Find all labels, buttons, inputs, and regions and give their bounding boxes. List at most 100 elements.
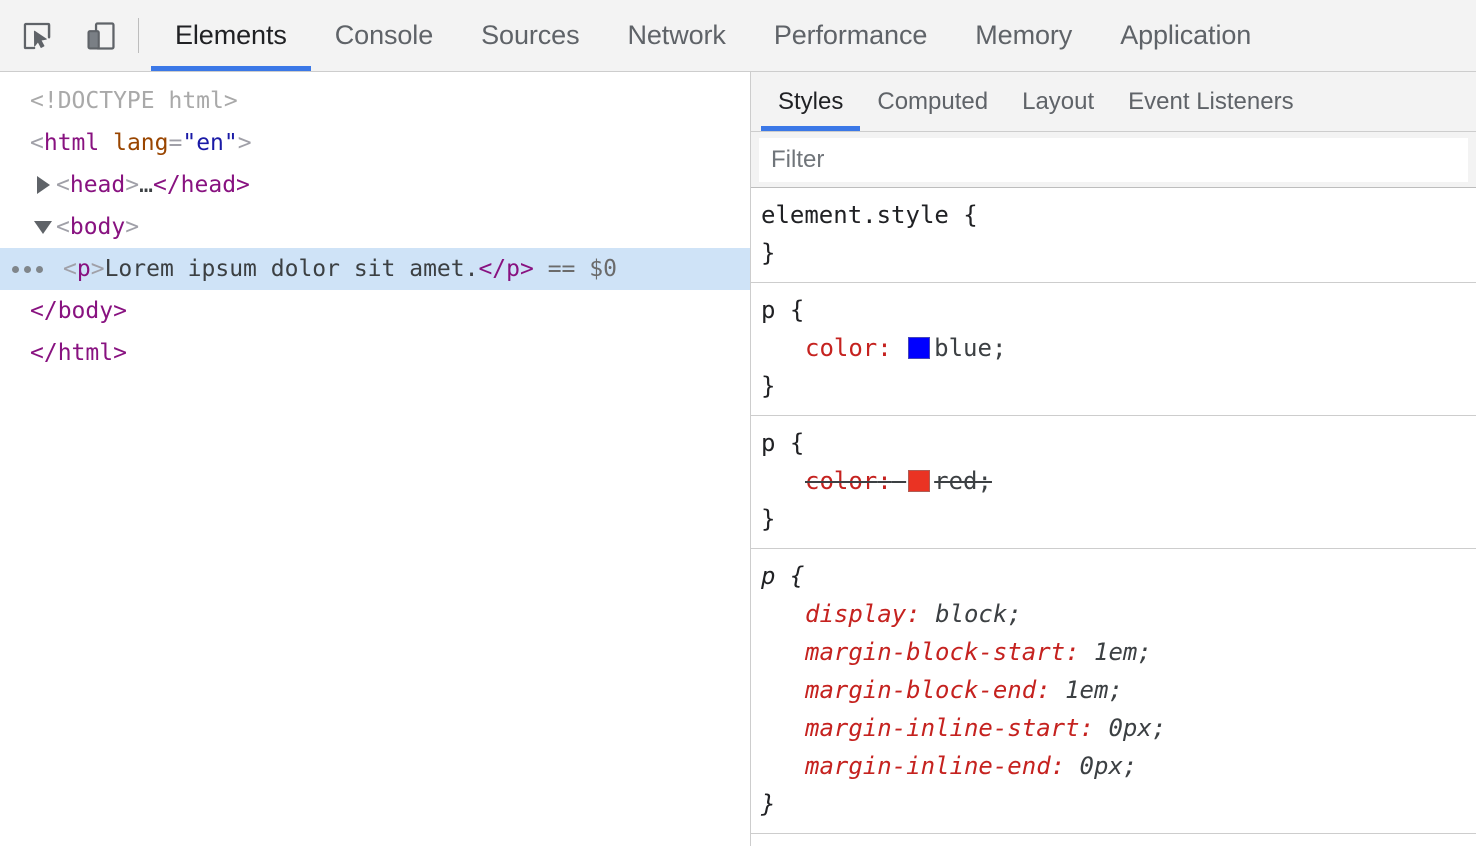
rule-open-brace: { xyxy=(789,562,805,590)
property-name[interactable]: margin-inline-start xyxy=(805,714,1080,742)
declaration-color-red-overridden[interactable]: color: red; xyxy=(761,462,1476,500)
color-swatch-red[interactable] xyxy=(908,470,931,492)
dom-row-body-close[interactable]: </body> xyxy=(0,290,750,332)
property-value[interactable]: 0px xyxy=(1108,714,1151,742)
html-attr-equals: = xyxy=(168,130,183,156)
css-rule-p-red[interactable]: p { color: red; } xyxy=(751,416,1476,549)
rule-close-line: } xyxy=(761,500,1476,538)
property-value[interactable]: 0px xyxy=(1080,752,1123,780)
styles-filter-bar xyxy=(751,132,1476,188)
html-close-tag: </html> xyxy=(30,340,127,366)
rule-selector-line: p { xyxy=(761,557,1476,595)
doctype-text: <!DOCTYPE html> xyxy=(30,88,238,114)
tab-performance[interactable]: Performance xyxy=(750,0,951,71)
tab-console-label: Console xyxy=(334,20,434,50)
declaration-margin-block-end[interactable]: margin-block-end: 1em; xyxy=(761,671,1476,709)
tab-elements[interactable]: Elements xyxy=(151,0,311,71)
rule-selector-line: element.style { xyxy=(761,196,1476,234)
head-tag-name: head xyxy=(69,172,126,198)
styles-filter-input[interactable] xyxy=(759,137,1468,182)
body-tag-name: body xyxy=(69,214,126,240)
property-colon: : xyxy=(1079,714,1094,742)
rule-close-brace: } xyxy=(761,372,776,400)
css-rule-p-user-agent[interactable]: p { display: block; margin-block-start: … xyxy=(751,549,1476,834)
dom-row-p-selected[interactable]: < p > Lorem ipsum dolor sit amet. </p> == $0 xyxy=(0,248,750,290)
body-close-tag: </body> xyxy=(30,298,127,324)
inspect-cursor-icon[interactable] xyxy=(14,13,60,59)
rule-open-brace: { xyxy=(963,201,978,229)
toolbar-divider xyxy=(138,18,139,53)
tab-application[interactable]: Application xyxy=(1096,0,1275,71)
tab-event-listeners[interactable]: Event Listeners xyxy=(1111,72,1310,131)
dom-row-doctype[interactable]: <!DOCTYPE html> xyxy=(0,80,750,122)
property-semicolon: ; xyxy=(1151,714,1167,742)
property-colon: : xyxy=(877,467,892,495)
property-semicolon: ; xyxy=(1122,752,1138,780)
tab-memory[interactable]: Memory xyxy=(951,0,1096,71)
tab-application-label: Application xyxy=(1120,20,1252,50)
toolbar-icon-group xyxy=(0,0,124,71)
property-name[interactable]: display xyxy=(805,600,906,628)
rule-close-line: } xyxy=(761,234,1476,272)
tab-network[interactable]: Network xyxy=(603,0,749,71)
tab-event-listeners-label: Event Listeners xyxy=(1128,87,1294,115)
rule-close-line: } xyxy=(761,367,1476,405)
device-toolbar-icon[interactable] xyxy=(78,13,124,59)
rule-selector[interactable]: p xyxy=(761,562,775,590)
head-ellipsis[interactable]: … xyxy=(139,164,153,206)
chevron-down-icon[interactable] xyxy=(30,220,56,234)
css-rule-element-style[interactable]: element.style { } xyxy=(751,188,1476,283)
html-close-bracket: > xyxy=(237,130,252,156)
property-name[interactable]: margin-inline-end xyxy=(805,752,1051,780)
property-value[interactable]: block xyxy=(935,600,1007,628)
dom-row-html-open[interactable]: < html lang = "en" > xyxy=(0,122,750,164)
html-open-bracket: < xyxy=(30,130,44,156)
tab-layout-label: Layout xyxy=(1022,87,1095,115)
property-colon: : xyxy=(906,600,921,628)
tab-sources[interactable]: Sources xyxy=(457,0,603,71)
property-value[interactable]: blue xyxy=(934,334,992,362)
property-name[interactable]: color xyxy=(805,467,877,495)
property-value[interactable]: 1em xyxy=(1094,638,1137,666)
styles-tab-bar: Styles Computed Layout Event Listeners xyxy=(751,72,1476,132)
p-tag-name: p xyxy=(76,256,91,282)
html-tag-name: html xyxy=(43,130,100,156)
property-name[interactable]: margin-block-end xyxy=(805,676,1036,704)
rule-close-brace: } xyxy=(761,790,776,818)
more-options-dots-icon[interactable] xyxy=(12,265,43,273)
declaration-margin-block-start[interactable]: margin-block-start: 1em; xyxy=(761,633,1476,671)
rule-selector[interactable]: p xyxy=(761,296,775,324)
body-open-bracket: < xyxy=(56,214,70,240)
css-rule-p-blue[interactable]: p { color: blue; } xyxy=(751,283,1476,416)
dom-row-body-open[interactable]: < body > xyxy=(0,206,750,248)
declaration-display[interactable]: display: block; xyxy=(761,595,1476,633)
p-open-bracket: < xyxy=(63,256,77,282)
property-colon: : xyxy=(1036,676,1051,704)
tab-computed[interactable]: Computed xyxy=(860,72,1005,131)
dom-row-head[interactable]: < head >… </head> xyxy=(0,164,750,206)
tab-sources-label: Sources xyxy=(481,20,580,50)
dom-row-html-close[interactable]: </html> xyxy=(0,332,750,374)
property-value[interactable]: red xyxy=(934,467,977,495)
property-semicolon: ; xyxy=(1007,600,1022,628)
tab-layout[interactable]: Layout xyxy=(1005,72,1111,131)
main-toolbar: Elements Console Sources Network Perform… xyxy=(0,0,1476,72)
declaration-color-blue[interactable]: color: blue; xyxy=(761,329,1476,367)
rule-selector[interactable]: p xyxy=(761,429,775,457)
tab-console[interactable]: Console xyxy=(311,0,457,71)
p-text-content[interactable]: Lorem ipsum dolor sit amet. xyxy=(105,248,479,290)
html-attr-lang-value[interactable]: "en" xyxy=(182,122,237,164)
declaration-margin-inline-start[interactable]: margin-inline-start: 0px; xyxy=(761,709,1476,747)
chevron-right-icon[interactable] xyxy=(30,176,56,194)
head-open-bracket: < xyxy=(56,172,70,198)
property-name[interactable]: color xyxy=(805,334,877,362)
property-name[interactable]: margin-block-start xyxy=(805,638,1065,666)
body-gt: > xyxy=(125,214,140,240)
html-attr-lang-name[interactable]: lang xyxy=(113,122,168,164)
declaration-margin-inline-end[interactable]: margin-inline-end: 0px; xyxy=(761,747,1476,785)
color-swatch-blue[interactable] xyxy=(908,337,931,359)
tab-elements-label: Elements xyxy=(175,20,287,50)
rule-selector[interactable]: element.style xyxy=(761,201,949,229)
property-value[interactable]: 1em xyxy=(1065,676,1108,704)
tab-styles[interactable]: Styles xyxy=(761,72,861,131)
